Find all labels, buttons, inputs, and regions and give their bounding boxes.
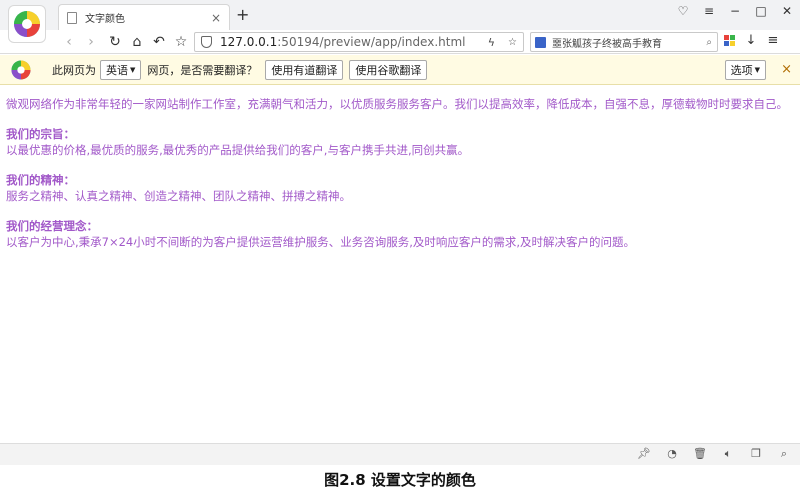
chevron-down-icon[interactable]: ☆: [508, 37, 517, 48]
status-bar: 📌︎ ◔ 🗑︎ 🔈︎ ❐ ⌕: [0, 443, 800, 465]
close-window-icon[interactable]: ✕: [780, 4, 794, 18]
options-label: 选项: [730, 64, 753, 77]
speed-icon[interactable]: ◔: [664, 447, 680, 461]
section-body: 以最优惠的价格,最优质的服务,最优秀的产品提供给我们的客户,与客户携手共进,同创…: [6, 143, 470, 157]
figure-caption: 图2.8 设置文字的颜色: [0, 465, 800, 497]
home-icon[interactable]: ⌂: [128, 33, 146, 51]
section-purpose: 我们的宗旨： 以最优惠的价格,最优质的服务,最优秀的产品提供给我们的客户,与客户…: [6, 126, 794, 158]
url-path: :50194/preview/app/index.html: [277, 35, 466, 49]
shield-icon: [201, 36, 212, 48]
window-icon[interactable]: ❐: [748, 447, 764, 461]
lightning-icon[interactable]: ϟ: [488, 36, 495, 49]
section-spirit: 我们的精神： 服务之精神、认真之精神、创造之精神、团队之精神、拼搏之精神。: [6, 172, 794, 204]
maximize-icon[interactable]: □: [754, 4, 768, 18]
back-icon[interactable]: ‹: [60, 33, 78, 51]
language-label: 英语: [106, 63, 128, 77]
url-host: 127.0.0.1: [220, 35, 278, 49]
zoom-icon[interactable]: ⌕: [776, 447, 792, 461]
translate-prefix: 此网页为: [52, 63, 96, 77]
trash-icon[interactable]: 🗑︎: [692, 447, 708, 461]
caret-down-icon: ▼: [754, 66, 760, 74]
caret-down-icon: ▼: [130, 65, 136, 74]
options-button[interactable]: 选项 ▼: [724, 60, 766, 80]
search-box[interactable]: 噩张觚孩子终被高手教育 ⌕: [530, 32, 718, 52]
apps-grid-icon[interactable]: [724, 34, 736, 47]
section-body: 以客户为中心,秉承7×24小时不间断的为客户提供运营维护服务、业务咨询服务,及时…: [6, 235, 636, 249]
browser-logo-icon[interactable]: [8, 5, 46, 43]
pin-icon[interactable]: 📌︎: [636, 447, 652, 461]
search-icon[interactable]: ⌕: [706, 37, 712, 48]
section-heading: 我们的经营理念：: [6, 219, 98, 233]
page-content: 微观网络作为非常年轻的一家网站制作工作室，充满朝气和活力，以优质服务服务客户。我…: [6, 96, 794, 264]
toolbar-right: ↓ ≡: [724, 33, 780, 48]
main-menu-icon[interactable]: ≡: [766, 33, 780, 48]
favorite-star-icon[interactable]: ☆: [172, 33, 190, 51]
section-heading: 我们的宗旨：: [6, 127, 75, 141]
browser-logo-small-icon: [11, 59, 31, 80]
speaker-icon[interactable]: 🔈︎: [720, 447, 736, 461]
search-text: 噩张觚孩子终被高手教育: [552, 38, 662, 50]
window-controls: ♡ ≡ − □ ✕: [676, 4, 794, 18]
section-body: 服务之精神、认真之精神、创造之精神、团队之精神、拼搏之精神。: [6, 189, 351, 203]
navigation-bar: ‹ › ↻ ⌂ ↶ ☆ 127.0.0.1:50194/preview/app/…: [0, 30, 800, 54]
tab-close-icon[interactable]: ×: [211, 11, 221, 25]
translate-close-icon[interactable]: ×: [781, 62, 792, 77]
tab-title: 文字颜色: [85, 14, 125, 25]
new-tab-button[interactable]: +: [236, 6, 249, 24]
title-bar: 文字颜色 × + ♡ ≡ − □ ✕: [0, 0, 800, 43]
document-icon: [67, 11, 77, 24]
tab-active[interactable]: 文字颜色 ×: [58, 4, 230, 30]
translate-suffix: 网页，是否需要翻译？: [147, 63, 258, 77]
intro-paragraph: 微观网络作为非常年轻的一家网站制作工作室，充满朝气和活力，以优质服务服务客户。我…: [6, 97, 788, 111]
menu-icon[interactable]: ≡: [702, 4, 716, 18]
minimize-icon[interactable]: −: [728, 4, 742, 18]
section-philosophy: 我们的经营理念： 以客户为中心,秉承7×24小时不间断的为客户提供运营维护服务、…: [6, 218, 794, 250]
section-heading: 我们的精神：: [6, 173, 75, 187]
status-icons: 📌︎ ◔ 🗑︎ 🔈︎ ❐ ⌕: [636, 447, 792, 461]
undo-icon[interactable]: ↶: [150, 33, 168, 51]
google-translate-button[interactable]: 使用谷歌翻译: [349, 59, 428, 80]
language-select[interactable]: 英语 ▼: [100, 59, 142, 80]
address-bar[interactable]: 127.0.0.1:50194/preview/app/index.html ϟ…: [194, 32, 524, 52]
skin-icon[interactable]: ♡: [676, 4, 690, 18]
youdao-translate-button[interactable]: 使用有道翻译: [265, 59, 344, 80]
translate-bar: 此网页为 英语 ▼ 网页，是否需要翻译？ 使用有道翻译 使用谷歌翻译 选项 ▼ …: [0, 55, 800, 85]
reload-icon[interactable]: ↻: [106, 33, 124, 51]
search-engine-icon[interactable]: [535, 36, 546, 48]
forward-icon[interactable]: ›: [82, 33, 100, 51]
download-icon[interactable]: ↓: [744, 33, 758, 48]
